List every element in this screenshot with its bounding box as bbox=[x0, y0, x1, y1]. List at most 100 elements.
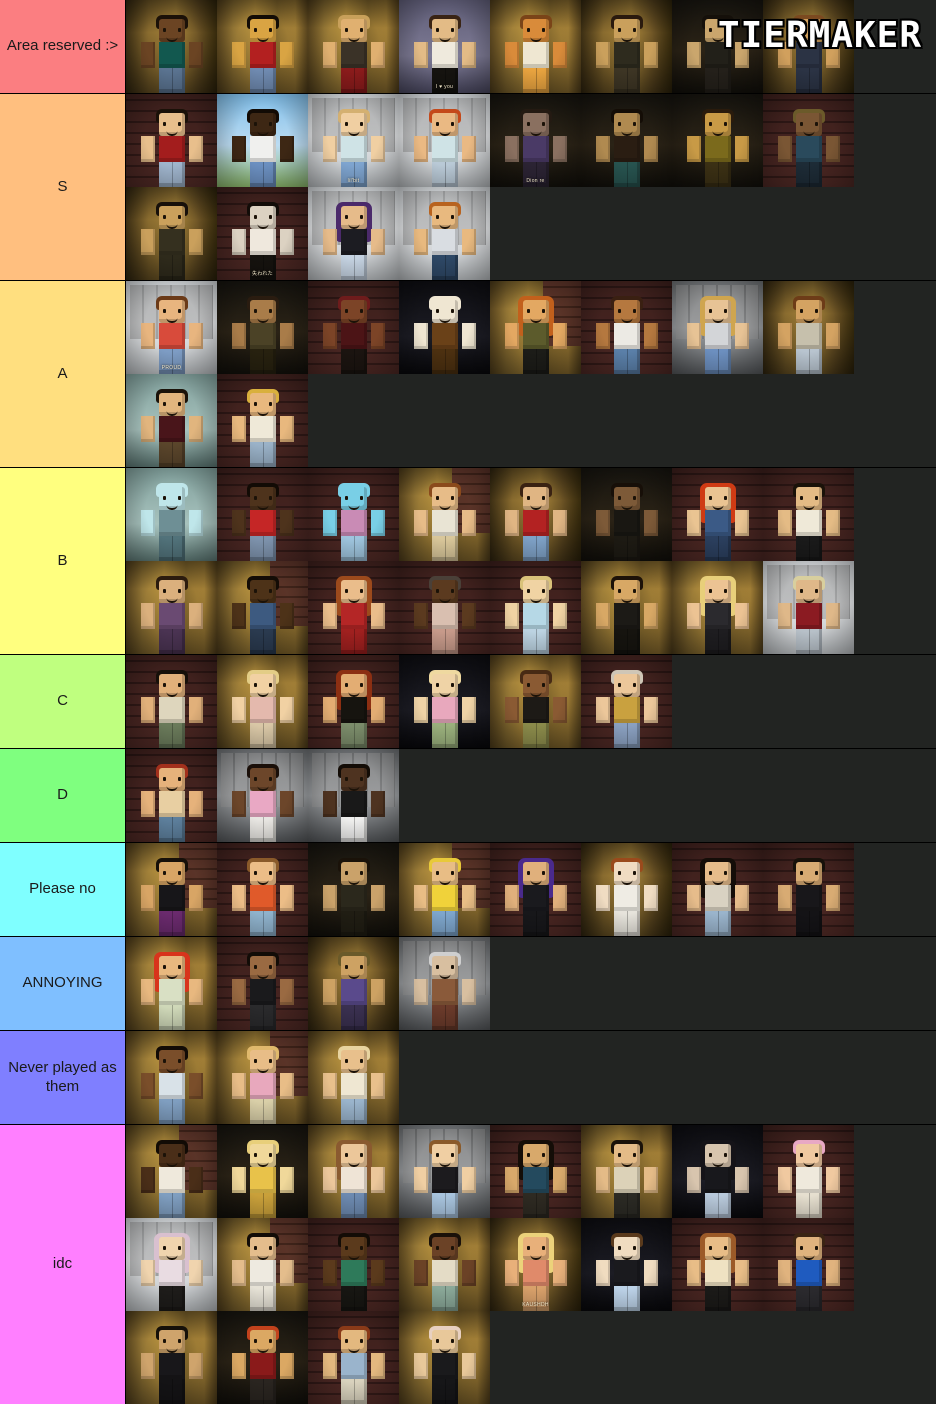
tier-items[interactable] bbox=[126, 749, 936, 842]
tier-item-thumbnail[interactable] bbox=[399, 468, 490, 561]
tier-item-thumbnail[interactable] bbox=[763, 468, 854, 561]
tier-item-thumbnail[interactable] bbox=[490, 0, 581, 93]
tier-label-d[interactable]: D bbox=[0, 749, 126, 842]
tier-items[interactable] bbox=[126, 1031, 936, 1124]
tier-item-thumbnail[interactable] bbox=[217, 749, 308, 842]
tier-item-thumbnail[interactable] bbox=[763, 1218, 854, 1311]
tier-item-thumbnail[interactable] bbox=[217, 1125, 308, 1218]
tier-item-thumbnail[interactable] bbox=[763, 281, 854, 374]
tier-item-thumbnail[interactable] bbox=[217, 1218, 308, 1311]
tier-items[interactable] bbox=[126, 937, 936, 1030]
tier-item-thumbnail[interactable] bbox=[490, 468, 581, 561]
tier-label-s[interactable]: S bbox=[0, 94, 126, 280]
tier-item-thumbnail[interactable] bbox=[581, 655, 672, 748]
tier-item-thumbnail[interactable] bbox=[399, 94, 490, 187]
tier-item-thumbnail[interactable] bbox=[763, 843, 854, 936]
tier-item-thumbnail[interactable] bbox=[763, 94, 854, 187]
tier-item-thumbnail[interactable] bbox=[581, 561, 672, 654]
tier-items[interactable]: lil'bit Dion re 失われた bbox=[126, 94, 936, 280]
tier-item-thumbnail[interactable] bbox=[126, 94, 217, 187]
tier-item-thumbnail[interactable]: 失われた bbox=[217, 187, 308, 280]
tier-item-thumbnail[interactable] bbox=[126, 843, 217, 936]
tier-item-thumbnail[interactable] bbox=[217, 374, 308, 467]
tier-item-thumbnail[interactable] bbox=[581, 1218, 672, 1311]
tier-item-thumbnail[interactable] bbox=[308, 1125, 399, 1218]
tier-item-thumbnail[interactable] bbox=[581, 1125, 672, 1218]
tier-item-thumbnail[interactable] bbox=[581, 468, 672, 561]
tier-item-thumbnail[interactable] bbox=[399, 281, 490, 374]
tier-item-thumbnail[interactable] bbox=[126, 749, 217, 842]
tier-item-thumbnail[interactable] bbox=[308, 749, 399, 842]
tier-item-thumbnail[interactable] bbox=[763, 1125, 854, 1218]
tier-item-thumbnail[interactable] bbox=[217, 1031, 308, 1124]
tier-label-never-played-as-them[interactable]: Never played as them bbox=[0, 1031, 126, 1124]
tier-item-thumbnail[interactable] bbox=[399, 1218, 490, 1311]
tier-item-thumbnail[interactable] bbox=[126, 1311, 217, 1404]
tier-item-thumbnail[interactable] bbox=[126, 187, 217, 280]
tier-item-thumbnail[interactable]: Dion re bbox=[490, 94, 581, 187]
tier-item-thumbnail[interactable] bbox=[672, 94, 763, 187]
tier-label-idc[interactable]: idc bbox=[0, 1125, 126, 1404]
tier-items[interactable]: KAUSHDH bbox=[126, 1125, 936, 1404]
tier-item-thumbnail[interactable] bbox=[308, 1218, 399, 1311]
tier-item-thumbnail[interactable] bbox=[308, 561, 399, 654]
tier-item-thumbnail[interactable] bbox=[217, 561, 308, 654]
tier-label-c[interactable]: C bbox=[0, 655, 126, 748]
tier-item-thumbnail[interactable] bbox=[581, 0, 672, 93]
tier-item-thumbnail[interactable] bbox=[581, 281, 672, 374]
tier-item-thumbnail[interactable] bbox=[672, 843, 763, 936]
tier-item-thumbnail[interactable] bbox=[672, 281, 763, 374]
tier-item-thumbnail[interactable] bbox=[126, 561, 217, 654]
tier-label-a[interactable]: A bbox=[0, 281, 126, 467]
tier-items[interactable] bbox=[126, 468, 936, 654]
tier-item-thumbnail[interactable] bbox=[308, 187, 399, 280]
tier-item-thumbnail[interactable] bbox=[763, 561, 854, 654]
tier-item-thumbnail[interactable] bbox=[308, 0, 399, 93]
tier-item-thumbnail[interactable] bbox=[581, 94, 672, 187]
tier-item-thumbnail[interactable]: KAUSHDH bbox=[490, 1218, 581, 1311]
tier-item-thumbnail[interactable] bbox=[399, 561, 490, 654]
tier-item-thumbnail[interactable]: lil'bit bbox=[308, 94, 399, 187]
tier-item-thumbnail[interactable] bbox=[126, 655, 217, 748]
tier-item-thumbnail[interactable] bbox=[217, 0, 308, 93]
tier-item-thumbnail[interactable] bbox=[490, 281, 581, 374]
tier-item-thumbnail[interactable] bbox=[126, 937, 217, 1030]
tier-item-thumbnail[interactable] bbox=[399, 843, 490, 936]
tier-item-thumbnail[interactable] bbox=[308, 281, 399, 374]
tier-item-thumbnail[interactable] bbox=[126, 1031, 217, 1124]
tier-item-thumbnail[interactable] bbox=[672, 561, 763, 654]
tier-item-thumbnail[interactable] bbox=[217, 281, 308, 374]
tier-label-please-no[interactable]: Please no bbox=[0, 843, 126, 936]
tier-item-thumbnail[interactable] bbox=[672, 468, 763, 561]
tier-label-b[interactable]: B bbox=[0, 468, 126, 654]
tier-item-thumbnail[interactable] bbox=[217, 655, 308, 748]
tier-item-thumbnail[interactable] bbox=[399, 187, 490, 280]
tier-items[interactable] bbox=[126, 655, 936, 748]
tier-item-thumbnail[interactable] bbox=[490, 1125, 581, 1218]
tier-item-thumbnail[interactable] bbox=[217, 468, 308, 561]
tier-label-area-reserved[interactable]: Area reserved :> bbox=[0, 0, 126, 93]
tier-item-thumbnail[interactable] bbox=[217, 1311, 308, 1404]
tier-item-thumbnail[interactable] bbox=[308, 1031, 399, 1124]
tier-item-thumbnail[interactable] bbox=[308, 1311, 399, 1404]
tier-item-thumbnail[interactable] bbox=[308, 655, 399, 748]
tier-item-thumbnail[interactable] bbox=[126, 0, 217, 93]
tier-item-thumbnail[interactable] bbox=[490, 655, 581, 748]
tier-item-thumbnail[interactable]: I ♥ you bbox=[399, 0, 490, 93]
tier-item-thumbnail[interactable] bbox=[399, 937, 490, 1030]
tier-item-thumbnail[interactable] bbox=[672, 1218, 763, 1311]
tier-label-annoying[interactable]: ANNOYING bbox=[0, 937, 126, 1030]
tier-item-thumbnail[interactable] bbox=[581, 843, 672, 936]
tier-items[interactable] bbox=[126, 843, 936, 936]
tier-item-thumbnail[interactable] bbox=[217, 937, 308, 1030]
tier-item-thumbnail[interactable] bbox=[399, 655, 490, 748]
tier-item-thumbnail[interactable] bbox=[490, 561, 581, 654]
tier-item-thumbnail[interactable] bbox=[217, 843, 308, 936]
tier-item-thumbnail[interactable] bbox=[399, 1311, 490, 1404]
tier-items[interactable]: PROUD bbox=[126, 281, 936, 467]
tier-item-thumbnail[interactable] bbox=[126, 1218, 217, 1311]
tier-item-thumbnail[interactable] bbox=[672, 1125, 763, 1218]
tier-item-thumbnail[interactable] bbox=[308, 468, 399, 561]
tier-item-thumbnail[interactable] bbox=[308, 937, 399, 1030]
tier-item-thumbnail[interactable] bbox=[490, 843, 581, 936]
